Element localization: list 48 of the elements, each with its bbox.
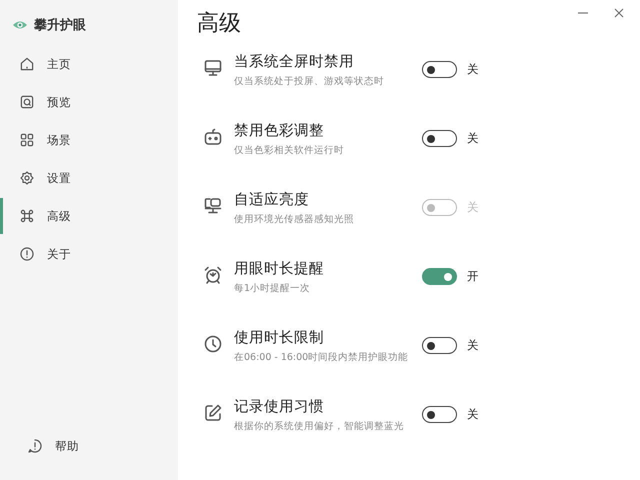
help-button[interactable]: 帮助 (8, 428, 186, 464)
setting-title: 用眼时长提醒 (234, 260, 325, 278)
eye-logo-icon (12, 19, 28, 31)
setting-title: 使用时长限制 (234, 328, 325, 346)
toggle-state-label: 关 (467, 407, 479, 422)
command-icon (19, 208, 35, 224)
setting-description: 仅当色彩相关软件运行时 (234, 144, 345, 156)
info-icon (19, 246, 35, 262)
setting-title: 禁用色彩调整 (234, 122, 325, 140)
setting-description: 每1小时提醒一次 (234, 282, 312, 294)
nav-item[interactable]: 预览 (0, 84, 178, 120)
setting-title: 自适应亮度 (234, 190, 310, 208)
toggle-state-label: 关 (467, 131, 479, 146)
grid-icon (19, 132, 35, 148)
monitor-icon (203, 58, 223, 78)
nav-item[interactable]: 设置 (0, 160, 178, 196)
nav-item[interactable]: 主页 (0, 46, 178, 82)
edit-icon (203, 402, 223, 422)
close-button[interactable] (612, 6, 626, 20)
setting-description: 根据你的系统使用偏好，智能调整蓝光 (234, 420, 405, 432)
alarm-clock-icon (203, 264, 223, 284)
toggle-switch[interactable] (422, 337, 457, 354)
setting-title: 记录使用习惯 (234, 398, 325, 416)
toggle-switch[interactable] (422, 406, 457, 423)
toggle-state-label: 关 (467, 338, 479, 353)
toggle-switch[interactable] (422, 268, 457, 285)
toggle-state-label: 关 (467, 200, 479, 215)
setting-description: 在06:00 - 16:00时间段内禁用护眼功能 (234, 350, 410, 364)
toggle-switch[interactable] (422, 61, 457, 78)
setting-title: 当系统全屏时禁用 (234, 52, 355, 70)
close-icon (614, 8, 624, 18)
page-title: 高级 (197, 10, 241, 38)
nav-item[interactable]: 高级 (0, 198, 178, 234)
nav-item[interactable]: 关于 (0, 236, 178, 272)
clock-icon (203, 334, 223, 354)
toggle-state-label: 开 (467, 269, 479, 284)
nav-item[interactable]: 场景 (0, 122, 178, 158)
settings-icon (19, 170, 35, 186)
home-icon (19, 56, 35, 72)
setting-description: 使用环境光传感器感知光照 (234, 212, 355, 226)
toggle-switch[interactable] (422, 130, 457, 147)
gamepad-icon (203, 126, 223, 146)
monitor-camera-icon (203, 196, 223, 216)
help-icon (27, 438, 43, 454)
setting-description: 仅当系统处于投屏、游戏等状态时 (234, 74, 385, 88)
preview-icon (19, 94, 35, 110)
toggle-state-label: 关 (467, 62, 479, 77)
app-name: 攀升护眼 (34, 16, 86, 34)
